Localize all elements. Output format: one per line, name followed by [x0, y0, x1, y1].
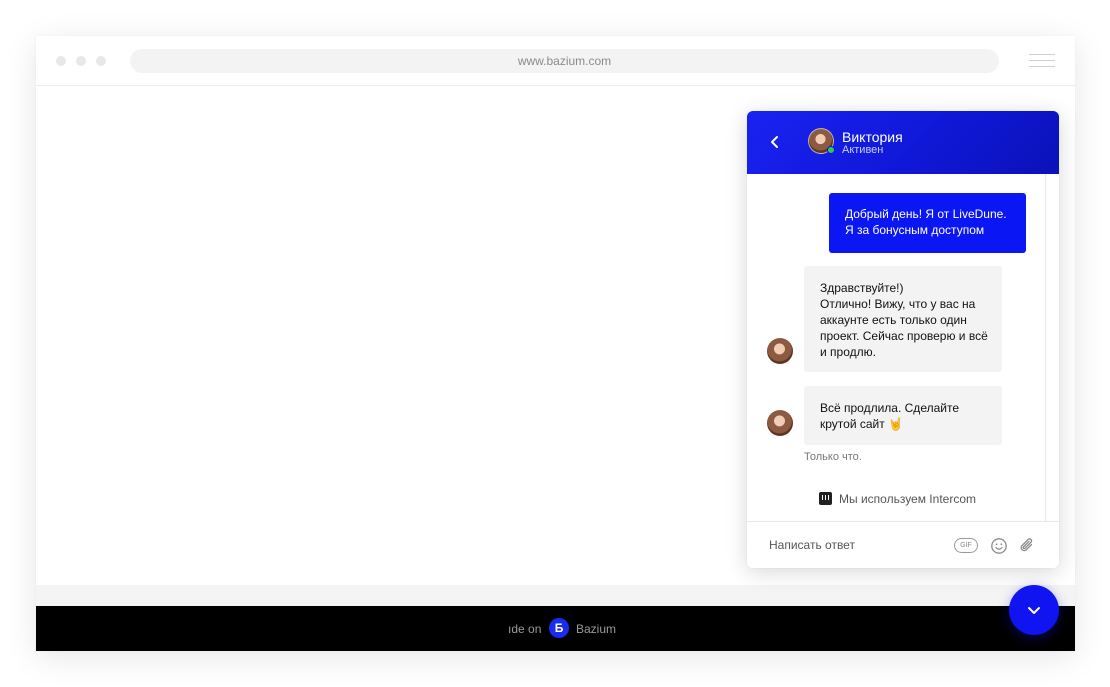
footer-brand-link[interactable]: Bazium — [576, 621, 616, 637]
smiley-icon — [991, 538, 1007, 554]
user-message: Добрый день! Я от LiveDune. Я за бонусны… — [829, 193, 1026, 253]
address-bar[interactable]: www.bazium.com — [130, 49, 999, 73]
page-footer: ıde on Б Bazium — [36, 606, 1075, 651]
browser-toolbar: www.bazium.com — [36, 36, 1075, 86]
window-dot[interactable] — [96, 56, 106, 66]
agent-avatar — [767, 410, 793, 436]
window-dot[interactable] — [76, 56, 86, 66]
agent-avatar — [767, 338, 793, 364]
chat-header: Виктория Активен — [747, 111, 1059, 174]
agent-status: Активен — [842, 144, 884, 156]
intercom-logo-icon — [819, 492, 832, 505]
agent-message: Здравствуйте!) Отлично! Вижу, что у вас … — [804, 266, 1002, 372]
reply-input[interactable] — [769, 536, 949, 554]
made-on-text: ıde on — [508, 622, 542, 636]
paperclip-icon — [1020, 538, 1033, 552]
gif-button[interactable]: GIF — [954, 538, 978, 553]
scrollbar[interactable] — [1045, 174, 1046, 521]
chevron-left-icon — [771, 136, 778, 148]
attach-button[interactable] — [1018, 536, 1036, 556]
bazium-logo-icon[interactable]: Б — [549, 618, 569, 638]
agent-message: Всё продлила. Сделайте крутой сайт 🤘 — [804, 386, 1002, 445]
chevron-down-icon — [1028, 607, 1040, 614]
chat-widget: Виктория Активен Добрый день! Я от LiveD… — [747, 111, 1059, 568]
chat-launcher-button[interactable] — [1009, 585, 1059, 635]
agent-name: Виктория — [842, 129, 903, 145]
back-button[interactable] — [765, 131, 785, 153]
menu-icon[interactable] — [1029, 54, 1055, 68]
message-composer: GIF — [747, 521, 1059, 568]
emoji-button[interactable] — [990, 537, 1008, 555]
powered-by-text: Мы используем Intercom — [839, 492, 976, 506]
message-timestamp: Только что. — [804, 451, 862, 463]
online-status-dot — [827, 146, 835, 154]
window-dot[interactable] — [56, 56, 66, 66]
page-section-divider — [36, 585, 1075, 606]
message-list[interactable]: Добрый день! Я от LiveDune. Я за бонусны… — [747, 174, 1059, 521]
